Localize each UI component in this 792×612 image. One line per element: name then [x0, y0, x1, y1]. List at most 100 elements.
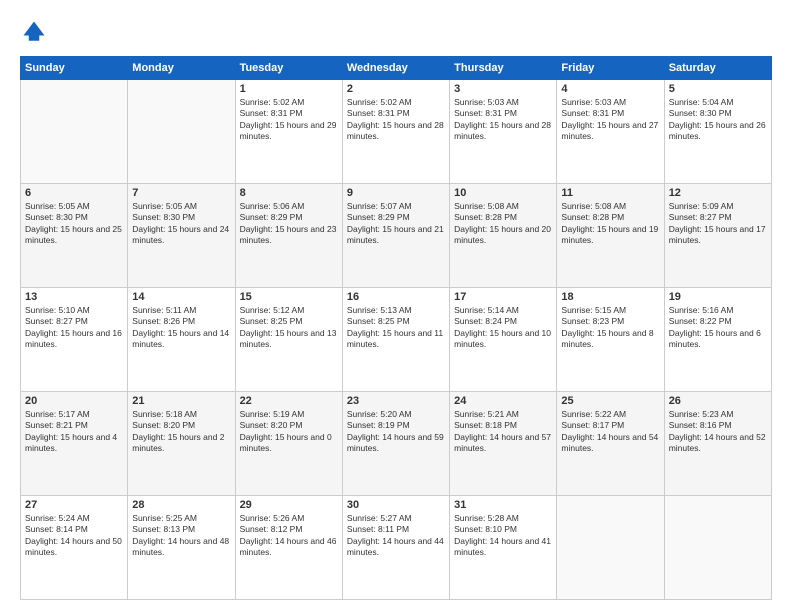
- day-number: 24: [454, 395, 552, 407]
- day-info: Sunrise: 5:20 AM Sunset: 8:19 PM Dayligh…: [347, 409, 445, 455]
- calendar-cell: 20 Sunrise: 5:17 AM Sunset: 8:21 PM Dayli…: [21, 392, 128, 496]
- day-number: 22: [240, 395, 338, 407]
- day-info: Sunrise: 5:18 AM Sunset: 8:20 PM Dayligh…: [132, 409, 230, 455]
- calendar-cell: 17 Sunrise: 5:14 AM Sunset: 8:24 PM Dayli…: [450, 288, 557, 392]
- calendar-cell: 19 Sunrise: 5:16 AM Sunset: 8:22 PM Dayli…: [664, 288, 771, 392]
- day-number: 18: [561, 291, 659, 303]
- day-info: Sunrise: 5:15 AM Sunset: 8:23 PM Dayligh…: [561, 305, 659, 351]
- calendar-table: SundayMondayTuesdayWednesdayThursdayFrid…: [20, 56, 772, 600]
- day-number: 30: [347, 499, 445, 511]
- day-number: 11: [561, 187, 659, 199]
- weekday-header: Friday: [557, 57, 664, 80]
- calendar-cell: 10 Sunrise: 5:08 AM Sunset: 8:28 PM Dayli…: [450, 184, 557, 288]
- weekday-header: Sunday: [21, 57, 128, 80]
- calendar-week-row: 1 Sunrise: 5:02 AM Sunset: 8:31 PM Daylig…: [21, 80, 772, 184]
- day-number: 19: [669, 291, 767, 303]
- day-info: Sunrise: 5:27 AM Sunset: 8:11 PM Dayligh…: [347, 513, 445, 559]
- day-info: Sunrise: 5:02 AM Sunset: 8:31 PM Dayligh…: [240, 97, 338, 143]
- day-number: 28: [132, 499, 230, 511]
- day-info: Sunrise: 5:09 AM Sunset: 8:27 PM Dayligh…: [669, 201, 767, 247]
- day-number: 3: [454, 83, 552, 95]
- calendar-header-row: SundayMondayTuesdayWednesdayThursdayFrid…: [21, 57, 772, 80]
- calendar-cell: 23 Sunrise: 5:20 AM Sunset: 8:19 PM Dayli…: [342, 392, 449, 496]
- day-number: 14: [132, 291, 230, 303]
- weekday-header: Monday: [128, 57, 235, 80]
- calendar-cell: 28 Sunrise: 5:25 AM Sunset: 8:13 PM Dayli…: [128, 496, 235, 600]
- calendar-cell: 12 Sunrise: 5:09 AM Sunset: 8:27 PM Dayli…: [664, 184, 771, 288]
- day-info: Sunrise: 5:26 AM Sunset: 8:12 PM Dayligh…: [240, 513, 338, 559]
- calendar-cell: 7 Sunrise: 5:05 AM Sunset: 8:30 PM Daylig…: [128, 184, 235, 288]
- day-info: Sunrise: 5:11 AM Sunset: 8:26 PM Dayligh…: [132, 305, 230, 351]
- day-info: Sunrise: 5:10 AM Sunset: 8:27 PM Dayligh…: [25, 305, 123, 351]
- day-info: Sunrise: 5:08 AM Sunset: 8:28 PM Dayligh…: [561, 201, 659, 247]
- day-info: Sunrise: 5:08 AM Sunset: 8:28 PM Dayligh…: [454, 201, 552, 247]
- calendar-cell: 5 Sunrise: 5:04 AM Sunset: 8:30 PM Daylig…: [664, 80, 771, 184]
- day-info: Sunrise: 5:07 AM Sunset: 8:29 PM Dayligh…: [347, 201, 445, 247]
- calendar-cell: 22 Sunrise: 5:19 AM Sunset: 8:20 PM Dayli…: [235, 392, 342, 496]
- calendar-week-row: 13 Sunrise: 5:10 AM Sunset: 8:27 PM Dayli…: [21, 288, 772, 392]
- calendar-cell: 2 Sunrise: 5:02 AM Sunset: 8:31 PM Daylig…: [342, 80, 449, 184]
- day-info: Sunrise: 5:17 AM Sunset: 8:21 PM Dayligh…: [25, 409, 123, 455]
- weekday-header: Thursday: [450, 57, 557, 80]
- logo-icon: [20, 18, 48, 46]
- calendar-cell: 1 Sunrise: 5:02 AM Sunset: 8:31 PM Daylig…: [235, 80, 342, 184]
- day-number: 25: [561, 395, 659, 407]
- calendar-cell: 31 Sunrise: 5:28 AM Sunset: 8:10 PM Dayli…: [450, 496, 557, 600]
- calendar-cell: 30 Sunrise: 5:27 AM Sunset: 8:11 PM Dayli…: [342, 496, 449, 600]
- day-number: 9: [347, 187, 445, 199]
- calendar-cell: 6 Sunrise: 5:05 AM Sunset: 8:30 PM Daylig…: [21, 184, 128, 288]
- day-info: Sunrise: 5:12 AM Sunset: 8:25 PM Dayligh…: [240, 305, 338, 351]
- day-info: Sunrise: 5:14 AM Sunset: 8:24 PM Dayligh…: [454, 305, 552, 351]
- weekday-header: Tuesday: [235, 57, 342, 80]
- day-number: 23: [347, 395, 445, 407]
- calendar-cell: [21, 80, 128, 184]
- calendar-cell: 14 Sunrise: 5:11 AM Sunset: 8:26 PM Dayli…: [128, 288, 235, 392]
- calendar-cell: 9 Sunrise: 5:07 AM Sunset: 8:29 PM Daylig…: [342, 184, 449, 288]
- day-number: 17: [454, 291, 552, 303]
- calendar-cell: 29 Sunrise: 5:26 AM Sunset: 8:12 PM Dayli…: [235, 496, 342, 600]
- day-info: Sunrise: 5:04 AM Sunset: 8:30 PM Dayligh…: [669, 97, 767, 143]
- day-info: Sunrise: 5:23 AM Sunset: 8:16 PM Dayligh…: [669, 409, 767, 455]
- day-info: Sunrise: 5:05 AM Sunset: 8:30 PM Dayligh…: [132, 201, 230, 247]
- calendar-cell: 8 Sunrise: 5:06 AM Sunset: 8:29 PM Daylig…: [235, 184, 342, 288]
- calendar-week-row: 20 Sunrise: 5:17 AM Sunset: 8:21 PM Dayli…: [21, 392, 772, 496]
- day-info: Sunrise: 5:13 AM Sunset: 8:25 PM Dayligh…: [347, 305, 445, 351]
- calendar-cell: 15 Sunrise: 5:12 AM Sunset: 8:25 PM Dayli…: [235, 288, 342, 392]
- day-number: 5: [669, 83, 767, 95]
- day-info: Sunrise: 5:19 AM Sunset: 8:20 PM Dayligh…: [240, 409, 338, 455]
- day-info: Sunrise: 5:06 AM Sunset: 8:29 PM Dayligh…: [240, 201, 338, 247]
- day-number: 31: [454, 499, 552, 511]
- calendar-cell: 27Sunrise: 5:24 AM Sunset: 8:14 PM Dayli…: [21, 496, 128, 600]
- day-info: Sunrise: 5:03 AM Sunset: 8:31 PM Dayligh…: [454, 97, 552, 143]
- day-info: Sunrise: 5:05 AM Sunset: 8:30 PM Dayligh…: [25, 201, 123, 247]
- calendar-cell: 24Sunrise: 5:21 AM Sunset: 8:18 PM Dayli…: [450, 392, 557, 496]
- day-number: 2: [347, 83, 445, 95]
- weekday-header: Wednesday: [342, 57, 449, 80]
- calendar-week-row: 6 Sunrise: 5:05 AM Sunset: 8:30 PM Daylig…: [21, 184, 772, 288]
- day-number: 12: [669, 187, 767, 199]
- header: [20, 18, 772, 46]
- day-number: 20: [25, 395, 123, 407]
- calendar-cell: 26Sunrise: 5:23 AM Sunset: 8:16 PM Dayli…: [664, 392, 771, 496]
- day-number: 8: [240, 187, 338, 199]
- day-number: 15: [240, 291, 338, 303]
- day-number: 1: [240, 83, 338, 95]
- day-number: 21: [132, 395, 230, 407]
- day-info: Sunrise: 5:28 AM Sunset: 8:10 PM Dayligh…: [454, 513, 552, 559]
- day-number: 13: [25, 291, 123, 303]
- calendar-cell: 13 Sunrise: 5:10 AM Sunset: 8:27 PM Dayli…: [21, 288, 128, 392]
- day-number: 29: [240, 499, 338, 511]
- calendar-cell: 25 Sunrise: 5:22 AM Sunset: 8:17 PM Dayli…: [557, 392, 664, 496]
- calendar-cell: [128, 80, 235, 184]
- calendar-cell: [664, 496, 771, 600]
- day-info: Sunrise: 5:25 AM Sunset: 8:13 PM Dayligh…: [132, 513, 230, 559]
- day-number: 6: [25, 187, 123, 199]
- day-number: 7: [132, 187, 230, 199]
- calendar-cell: 21 Sunrise: 5:18 AM Sunset: 8:20 PM Dayli…: [128, 392, 235, 496]
- day-number: 10: [454, 187, 552, 199]
- weekday-header: Saturday: [664, 57, 771, 80]
- logo: [20, 18, 52, 46]
- day-info: Sunrise: 5:02 AM Sunset: 8:31 PM Dayligh…: [347, 97, 445, 143]
- day-info: Sunrise: 5:16 AM Sunset: 8:22 PM Dayligh…: [669, 305, 767, 351]
- day-info: Sunrise: 5:22 AM Sunset: 8:17 PM Dayligh…: [561, 409, 659, 455]
